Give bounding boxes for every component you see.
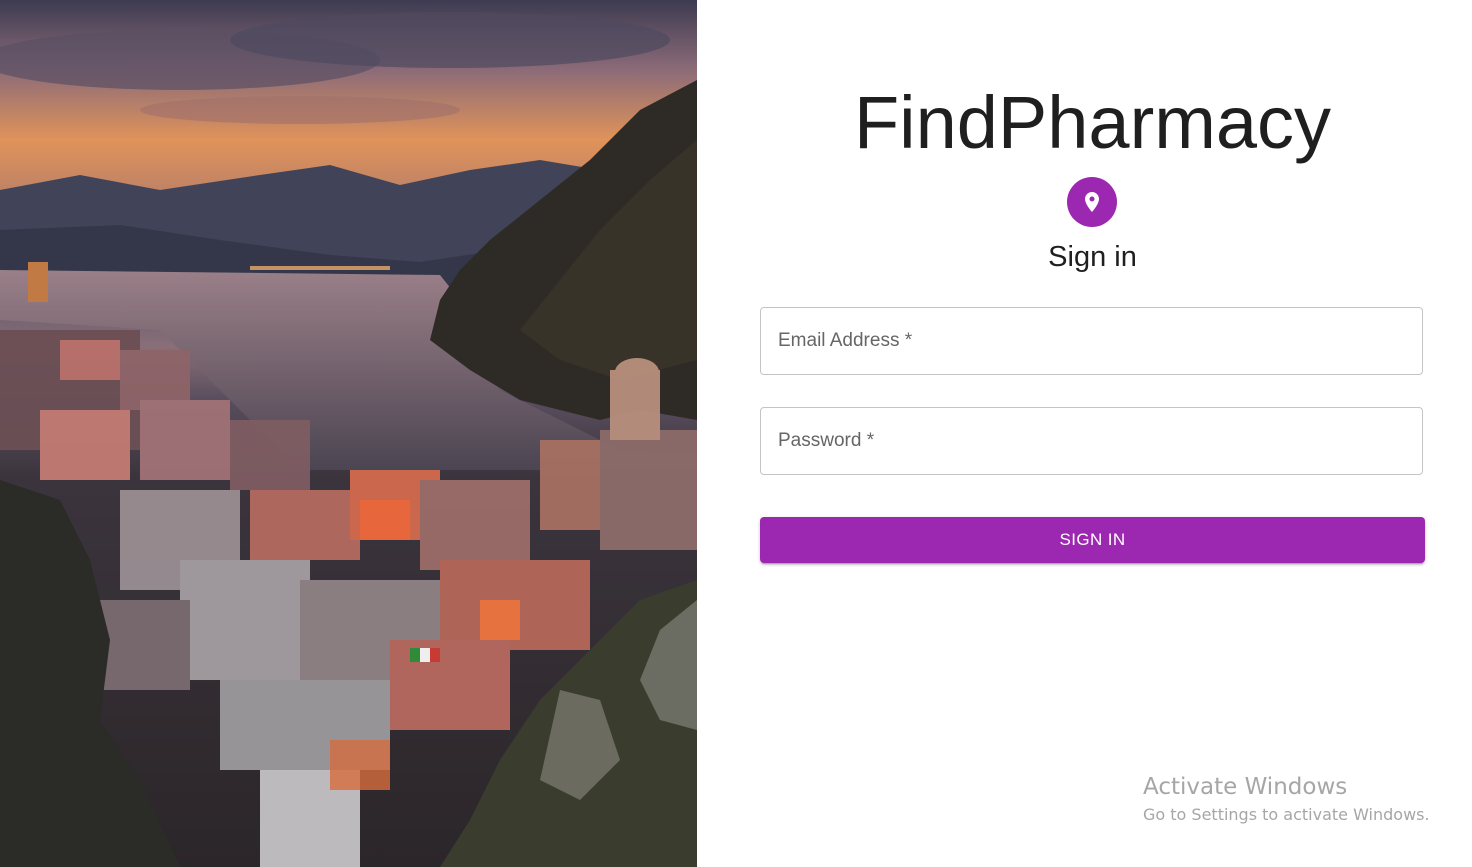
location-pin-icon bbox=[1067, 177, 1117, 227]
password-input[interactable] bbox=[761, 408, 1422, 474]
signin-panel: FindPharmacy Sign in Email Address * Pas… bbox=[697, 0, 1472, 867]
hero-image bbox=[0, 0, 697, 867]
password-field[interactable]: Password * bbox=[760, 407, 1423, 475]
windows-activation-watermark: Activate Windows Go to Settings to activ… bbox=[1143, 772, 1430, 828]
signin-heading: Sign in bbox=[1048, 241, 1137, 273]
watermark-title: Activate Windows bbox=[1143, 774, 1348, 800]
signin-button[interactable]: SIGN IN bbox=[760, 517, 1425, 563]
login-page: FindPharmacy Sign in Email Address * Pas… bbox=[0, 0, 1472, 867]
email-input[interactable] bbox=[761, 308, 1422, 374]
watermark-subtitle: Go to Settings to activate Windows. bbox=[1143, 805, 1430, 824]
app-title: FindPharmacy bbox=[853, 81, 1332, 164]
email-field[interactable]: Email Address * bbox=[760, 307, 1423, 375]
coastal-town-photo bbox=[0, 0, 697, 867]
